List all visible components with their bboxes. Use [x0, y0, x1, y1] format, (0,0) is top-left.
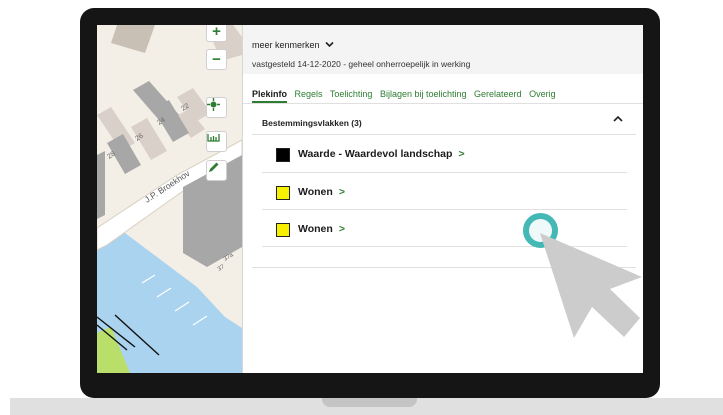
house-number: 37 [217, 264, 226, 273]
building [111, 25, 155, 53]
zoom-out-button[interactable]: − [206, 49, 227, 70]
measure-button[interactable] [206, 131, 227, 152]
building [97, 151, 105, 219]
map-canvas: 28 26 24 22 37 37a J.P. Broekhov [97, 25, 242, 373]
map-view[interactable]: 28 26 24 22 37 37a J.P. Broekhov + − [97, 25, 242, 373]
pencil-icon [209, 162, 219, 172]
draw-button[interactable] [206, 160, 227, 181]
screen: 28 26 24 22 37 37a J.P. Broekhov + − mee… [97, 25, 643, 373]
zoom-in-glyph: + [212, 25, 221, 40]
laptop-notch [322, 398, 417, 407]
zoom-out-glyph: − [212, 51, 221, 68]
zoom-in-button[interactable]: + [206, 25, 227, 42]
crosshair-icon [207, 98, 220, 111]
cursor-arrow-icon [540, 233, 642, 338]
ruler-icon [207, 134, 220, 142]
info-panel: meer kenmerken vastgesteld 14-12-2020 - … [242, 25, 643, 373]
locate-button[interactable] [206, 97, 227, 118]
